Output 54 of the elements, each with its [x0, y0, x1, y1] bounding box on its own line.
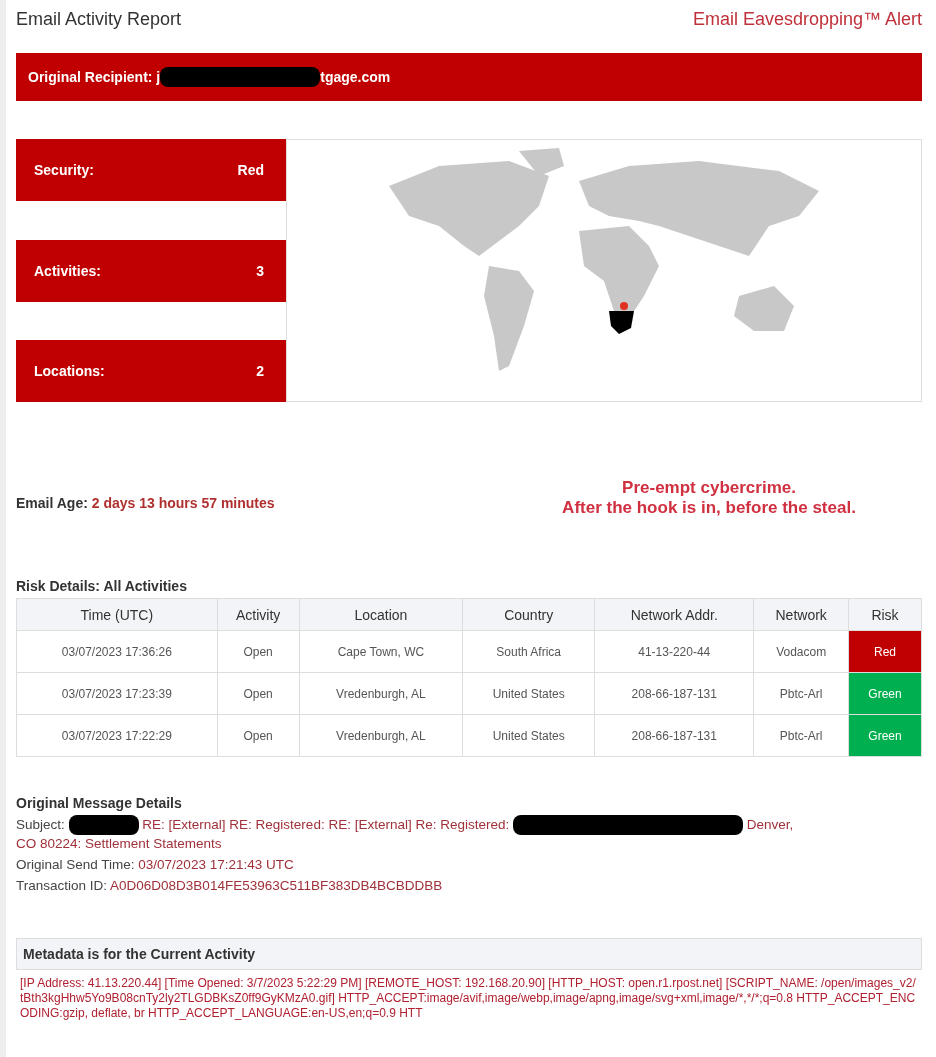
table-cell: Open	[217, 630, 300, 673]
field-value: A0D06D08D3B014FE53963C511BF383DB4BCBDDBB	[110, 878, 443, 893]
stat-value: 3	[256, 262, 264, 279]
column-header: Network	[753, 598, 849, 631]
column-header: Location	[299, 598, 463, 631]
slogan-line: After the hook is in, before the steal.	[562, 498, 856, 518]
table-cell: Pbtc-Arl	[753, 714, 849, 757]
section-title: Original Message Details	[16, 795, 183, 811]
table-cell: Vredenburgh, AL	[299, 714, 463, 757]
risk-cell: Red	[848, 630, 922, 673]
stat-label: Activities:	[34, 262, 101, 279]
column-header: Activity	[217, 598, 300, 631]
email-age: Email Age: 2 days 13 hours 57 minutes	[16, 494, 276, 511]
column-header: Risk	[848, 598, 922, 631]
table-cell: 03/07/2023 17:23:39	[16, 672, 218, 715]
table-cell: Vredenburgh, AL	[299, 672, 463, 715]
table-cell: Open	[217, 714, 300, 757]
report-title: Email Activity Report	[16, 8, 182, 30]
risk-cell: Green	[848, 672, 922, 715]
table-cell: 03/07/2023 17:36:26	[16, 630, 218, 673]
stat-label: Locations:	[34, 363, 105, 379]
table-cell: 41-13-220-44	[594, 630, 754, 673]
recipient-label: Original Recipient: j	[28, 69, 161, 85]
column-header: Country	[462, 598, 595, 631]
redaction-mark	[68, 815, 139, 835]
stat-value: 2	[256, 363, 264, 379]
table-cell: South Africa	[462, 630, 595, 673]
table-cell: Vodacom	[753, 630, 849, 673]
table-cell: Open	[217, 672, 300, 715]
subject-label: Subject:	[16, 816, 65, 832]
table-cell: United States	[462, 672, 595, 715]
stat-label: Security:	[34, 162, 94, 178]
subject-text: Denver,	[746, 816, 794, 832]
table-cell: 208-66-187-131	[594, 672, 754, 715]
field-label: Original Send Time:	[16, 857, 135, 872]
field-value: 03/07/2023 17:21:43 UTC	[138, 857, 294, 872]
column-header: Time (UTC)	[16, 598, 218, 631]
alert-title: Email Eavesdropping™ Alert	[692, 8, 922, 30]
table-cell: 208-66-187-131	[594, 714, 754, 757]
table-cell: Cape Town, WC	[299, 630, 463, 673]
slogan-line: Pre-empt cybercrime.	[622, 478, 796, 498]
section-title: Risk Details: All Activities	[16, 578, 188, 594]
table-cell: United States	[462, 714, 595, 757]
table-cell: Pbtc-Arl	[753, 672, 849, 715]
table-cell: 03/07/2023 17:22:29	[16, 714, 218, 757]
recipient-domain: tgage.com	[320, 69, 391, 85]
section-header: Metadata is for the Current Activity	[16, 938, 922, 970]
metadata-text: [IP Address: 41.13.220.44] [Time Opened: 3/7/2023 5:22:29 PM] [REMOTE_HOST: 192.168.20.90] [HTTP_HOST: open.r1.rpost.net] [SCRIPT_NAME: /open/images_v2/tBth3kgHhw5Yo9B08cnTy2ly2TLGDBKsZ0ff9GyKMzA0.gif] HTTP_ACCEPT:image/avif,image/webp,image/apng,image/svg+xml,image/*,*/*;q=0.8 HTTP_ACCEPT_ENCODING:gzip, deflate, br HTTP_ACCEPT_LANGUAGE:en-US,en;q=0.9 HTT	[19, 975, 917, 1022]
subject-text: RE: [External] RE: Registered: RE: [External] Re: Registered:	[142, 816, 510, 832]
column-header: Network Addr.	[594, 598, 754, 631]
field-label: Transaction ID:	[16, 878, 108, 893]
risk-cell: Green	[848, 714, 922, 757]
subject-text: CO 80224: Settlement Statements	[16, 835, 222, 852]
stat-value: Red	[237, 162, 264, 178]
